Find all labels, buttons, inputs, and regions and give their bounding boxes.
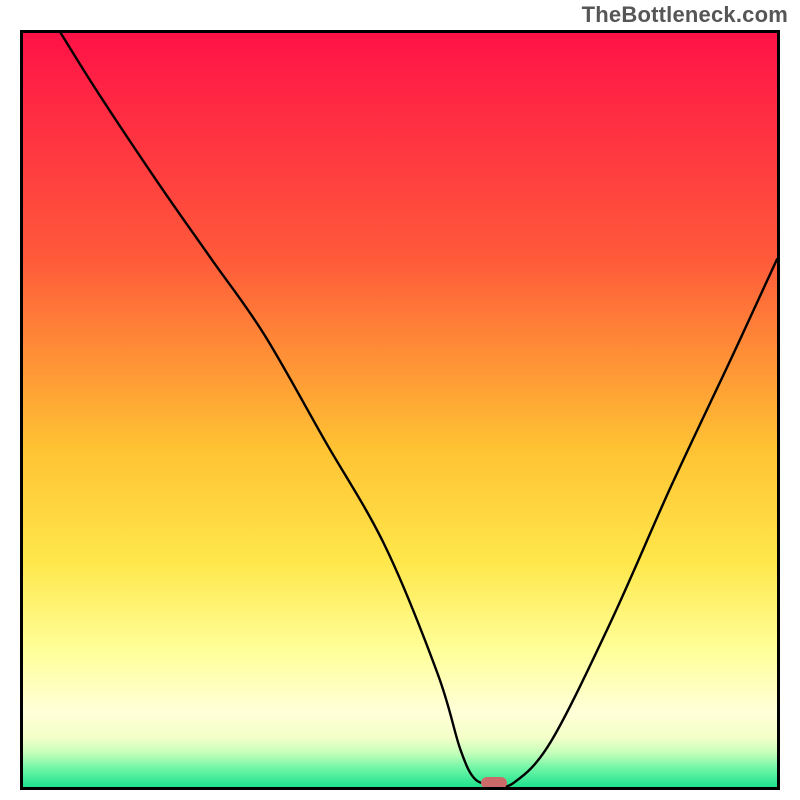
optimal-point-marker xyxy=(481,777,507,789)
chart-container: TheBottleneck.com xyxy=(0,0,800,800)
plot-frame xyxy=(20,30,780,790)
attribution-text: TheBottleneck.com xyxy=(582,2,788,28)
plot-svg xyxy=(23,33,777,787)
gradient-background xyxy=(23,33,777,787)
